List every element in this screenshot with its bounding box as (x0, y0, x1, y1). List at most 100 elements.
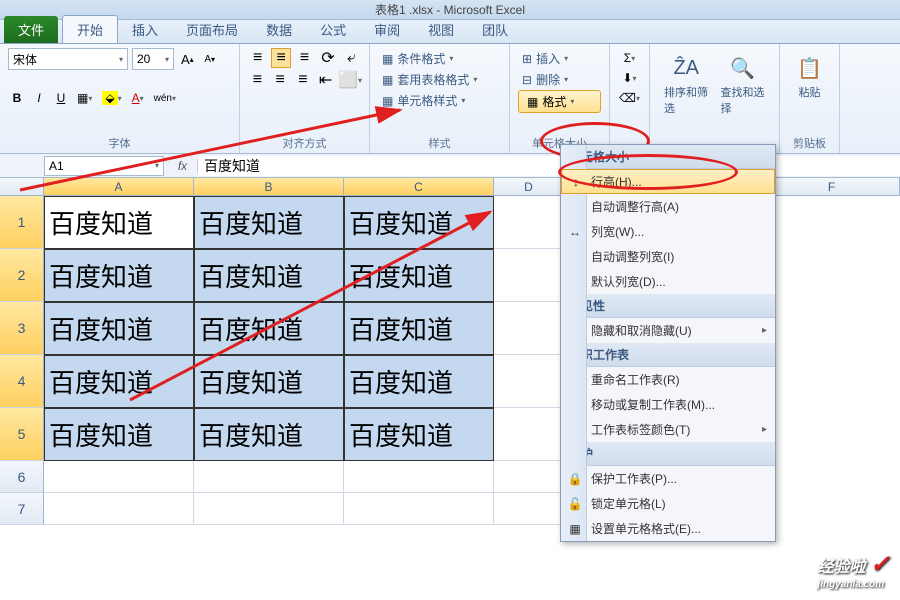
cell-b7[interactable] (194, 493, 344, 525)
row-header-7[interactable]: 7 (0, 493, 44, 525)
bold-btn[interactable]: B (8, 88, 26, 108)
tab-home[interactable]: 开始 (62, 15, 118, 43)
tab-team[interactable]: 团队 (468, 16, 522, 43)
align-top-btn[interactable]: ≡ (248, 48, 267, 68)
merge-btn[interactable]: ⬜▾ (339, 70, 361, 90)
cell-d7[interactable] (494, 493, 564, 525)
indent-dec-btn[interactable]: ⇤ (316, 70, 335, 90)
align-center-btn[interactable]: ≡ (271, 70, 290, 90)
col-header-b[interactable]: B (194, 178, 344, 195)
align-right-btn[interactable]: ≡ (294, 70, 313, 90)
select-all-corner[interactable] (0, 178, 44, 195)
menu-hide[interactable]: 隐藏和取消隐藏(U)▸ (561, 318, 775, 343)
formula-input[interactable] (198, 156, 900, 176)
styles-group: ▦条件格式▾ ▦套用表格格式▾ ▦单元格样式▾ 样式 (370, 44, 510, 153)
cell-c4[interactable]: 百度知道 (344, 355, 494, 408)
font-name-select[interactable]: 宋体▾ (8, 48, 128, 70)
paste-btn[interactable]: 📋 粘贴 (788, 48, 831, 104)
font-size-select[interactable]: 20▾ (132, 48, 174, 70)
cell-b3[interactable]: 百度知道 (194, 302, 344, 355)
fill-color-btn[interactable]: ⬙▾ (99, 88, 124, 108)
cell-b1[interactable]: 百度知道 (194, 196, 344, 249)
cell-a6[interactable] (44, 461, 194, 493)
underline-btn[interactable]: U (52, 88, 70, 108)
menu-move[interactable]: 移动或复制工作表(M)... (561, 392, 775, 417)
col-header-a[interactable]: A (44, 178, 194, 195)
format-btn[interactable]: ▦格式▾ (518, 90, 601, 113)
name-box[interactable]: A1▾ (44, 156, 164, 176)
cond-format-btn[interactable]: ▦条件格式▾ (378, 48, 501, 69)
cell-d3[interactable] (494, 302, 564, 355)
cell-c1[interactable]: 百度知道 (344, 196, 494, 249)
cell-a1[interactable]: 百度知道 (44, 196, 194, 249)
menu-format-cells[interactable]: ▦设置单元格格式(E)... (561, 516, 775, 541)
cell-style-btn[interactable]: ▦单元格样式▾ (378, 90, 501, 111)
menu-default-col[interactable]: 默认列宽(D)... (561, 269, 775, 294)
cell-b6[interactable] (194, 461, 344, 493)
col-header-d[interactable]: D (494, 178, 564, 195)
menu-lock[interactable]: 🔓锁定单元格(L) (561, 491, 775, 516)
cell-a7[interactable] (44, 493, 194, 525)
cell-a3[interactable]: 百度知道 (44, 302, 194, 355)
tab-insert[interactable]: 插入 (118, 16, 172, 43)
cell-a5[interactable]: 百度知道 (44, 408, 194, 461)
shrink-font-btn[interactable]: A▾ (201, 49, 219, 69)
menu-auto-row[interactable]: 自动调整行高(A) (561, 194, 775, 219)
menu-row-height[interactable]: ↕行高(H)... (561, 169, 775, 194)
italic-btn[interactable]: I (30, 88, 48, 108)
row-header-4[interactable]: 4 (0, 355, 44, 408)
cell-d1[interactable] (494, 196, 564, 249)
menu-tab-color[interactable]: 工作表标签颜色(T)▸ (561, 417, 775, 442)
row-header-2[interactable]: 2 (0, 249, 44, 302)
cell-b5[interactable]: 百度知道 (194, 408, 344, 461)
cell-c3[interactable]: 百度知道 (344, 302, 494, 355)
col-header-c[interactable]: C (344, 178, 494, 195)
table-format-btn[interactable]: ▦套用表格格式▾ (378, 69, 501, 90)
cell-c5[interactable]: 百度知道 (344, 408, 494, 461)
phonetic-btn[interactable]: wén▾ (151, 88, 179, 108)
menu-protect[interactable]: 🔒保护工作表(P)... (561, 466, 775, 491)
tab-formula[interactable]: 公式 (306, 16, 360, 43)
orientation-btn[interactable]: ⟳ (318, 48, 337, 68)
insert-btn[interactable]: ⊞插入▾ (518, 48, 601, 69)
clear-btn[interactable]: ⌫▾ (618, 88, 641, 108)
tab-file[interactable]: 文件 (4, 16, 58, 43)
fill-btn[interactable]: ⬇▾ (618, 68, 641, 88)
menu-col-width[interactable]: ↔列宽(W)... (561, 219, 775, 244)
cond-format-icon: ▦ (382, 52, 393, 66)
align-left-btn[interactable]: ≡ (248, 70, 267, 90)
align-middle-btn[interactable]: ≡ (271, 48, 290, 68)
font-color-btn[interactable]: A▾ (129, 88, 147, 108)
cell-c2[interactable]: 百度知道 (344, 249, 494, 302)
col-header-f[interactable]: F (764, 178, 900, 195)
cell-d4[interactable] (494, 355, 564, 408)
row-header-3[interactable]: 3 (0, 302, 44, 355)
cell-a4[interactable]: 百度知道 (44, 355, 194, 408)
autosum-btn[interactable]: Σ▾ (618, 48, 641, 68)
tab-layout[interactable]: 页面布局 (172, 16, 252, 43)
cell-b4[interactable]: 百度知道 (194, 355, 344, 408)
grow-font-btn[interactable]: A▴ (178, 49, 197, 69)
delete-btn[interactable]: ⊟删除▾ (518, 69, 601, 90)
align-bottom-btn[interactable]: ≡ (295, 48, 314, 68)
tab-data[interactable]: 数据 (252, 16, 306, 43)
row-header-6[interactable]: 6 (0, 461, 44, 493)
find-select-btn[interactable]: 🔍 查找和选择 (715, 48, 772, 120)
row-header-1[interactable]: 1 (0, 196, 44, 249)
tab-view[interactable]: 视图 (414, 16, 468, 43)
border-btn[interactable]: ▦▾ (74, 88, 95, 108)
sort-filter-btn[interactable]: ẐA 排序和筛选 (658, 48, 715, 120)
cell-b2[interactable]: 百度知道 (194, 249, 344, 302)
cell-c7[interactable] (344, 493, 494, 525)
cell-d5[interactable] (494, 408, 564, 461)
cell-d2[interactable] (494, 249, 564, 302)
tab-review[interactable]: 审阅 (360, 16, 414, 43)
cell-c6[interactable] (344, 461, 494, 493)
menu-rename[interactable]: 重命名工作表(R) (561, 367, 775, 392)
cell-d6[interactable] (494, 461, 564, 493)
row-header-5[interactable]: 5 (0, 408, 44, 461)
menu-auto-col[interactable]: 自动调整列宽(I) (561, 244, 775, 269)
wrap-btn[interactable]: ⤶ (342, 48, 361, 68)
cell-a2[interactable]: 百度知道 (44, 249, 194, 302)
fx-label[interactable]: fx (168, 159, 198, 173)
